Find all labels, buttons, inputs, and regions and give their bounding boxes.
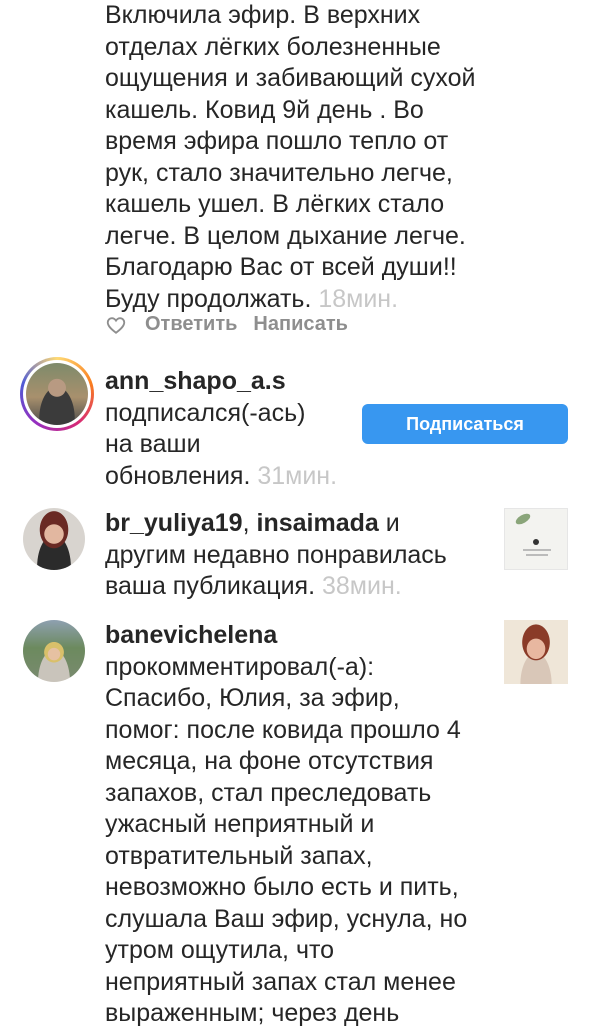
comment-line: ужасный неприятный и bbox=[105, 810, 375, 838]
comment-line: рук, стало значительно легче, bbox=[105, 158, 453, 187]
comment-line: месяца, на фоне отсутствия bbox=[105, 747, 434, 775]
comment-line: легче. В целом дыхание легче. bbox=[105, 221, 466, 250]
comment-line: Спасибо, Юлия, за эфир, bbox=[105, 684, 400, 712]
comment-line: невозможно было есть и пить, bbox=[105, 873, 459, 901]
follow-notification: ann_shapo_a.s подписался(-ась) на ваши о… bbox=[105, 366, 365, 492]
comment-line: кашель ушел. В лёгких стало bbox=[105, 190, 445, 218]
comment-text: Включила эфир. В верхних отделах лёгких … bbox=[105, 0, 525, 315]
notification-text: ваша публикация. bbox=[105, 572, 316, 600]
comment-line: Благодарю Вас от всей души!! bbox=[105, 253, 457, 281]
heart-icon[interactable] bbox=[105, 314, 127, 336]
comment-line: утром ощутила, что bbox=[105, 936, 335, 964]
comment-actions: Ответить Написать bbox=[105, 313, 348, 336]
comment-line: ощущения и забивающий сухой bbox=[105, 64, 476, 92]
notification-text: на ваши bbox=[105, 430, 201, 458]
comment-line: прокомментировал(-а): bbox=[105, 652, 375, 681]
reply-button[interactable]: Ответить bbox=[145, 313, 237, 336]
comment-line: Включила эфир. В верхних bbox=[105, 1, 421, 29]
avatar[interactable] bbox=[23, 508, 85, 570]
comment-line-last: Буду продолжать. 18мин. bbox=[105, 284, 525, 316]
timestamp: 38мин. bbox=[322, 572, 402, 600]
username-link[interactable]: br_yuliya19 bbox=[105, 509, 243, 537]
separator: , bbox=[242, 509, 250, 537]
follow-button[interactable]: Подписаться bbox=[362, 404, 568, 444]
notification-text: обновления. bbox=[105, 461, 251, 490]
notification-text: другим недавно понравилась bbox=[105, 540, 447, 569]
avatar[interactable] bbox=[26, 363, 88, 425]
comment-line: время эфира пошло тепло от bbox=[105, 127, 449, 155]
username-link[interactable]: banevichelena bbox=[105, 621, 277, 649]
message-button[interactable]: Написать bbox=[253, 313, 348, 336]
comment-line: кашель. Ковид 9й день . Во bbox=[105, 95, 424, 124]
notification-text: подписался(-ась) bbox=[105, 398, 306, 427]
notification-text: и bbox=[378, 509, 400, 537]
comment-line: слушала Ваш эфир, уснула, но bbox=[105, 904, 468, 933]
timestamp: 31мин. bbox=[257, 461, 338, 490]
avatar[interactable] bbox=[23, 620, 85, 682]
comment-line: отвратительный запах, bbox=[105, 841, 373, 870]
comment-line: выраженным; через день bbox=[105, 999, 400, 1027]
post-thumbnail[interactable] bbox=[504, 508, 568, 570]
comment-line: отделах лёгких болезненные bbox=[105, 32, 441, 61]
post-thumbnail[interactable] bbox=[504, 620, 568, 684]
comment-line: Буду продолжать. bbox=[105, 284, 312, 313]
comment-line: неприятный запах стал менее bbox=[105, 967, 456, 996]
username-link[interactable]: ann_shapo_a.s bbox=[105, 367, 286, 395]
comment-notification: banevichelena прокомментировал(-а): Спас… bbox=[105, 620, 495, 1030]
like-notification: br_yuliya19, insaimada и другим недавно … bbox=[105, 508, 495, 603]
timestamp: 18мин. bbox=[318, 284, 399, 313]
username-link[interactable]: insaimada bbox=[257, 509, 379, 537]
comment-line: запахов, стал преследовать bbox=[105, 778, 432, 807]
comment-line: помог: после ковида прошло 4 bbox=[105, 715, 461, 744]
